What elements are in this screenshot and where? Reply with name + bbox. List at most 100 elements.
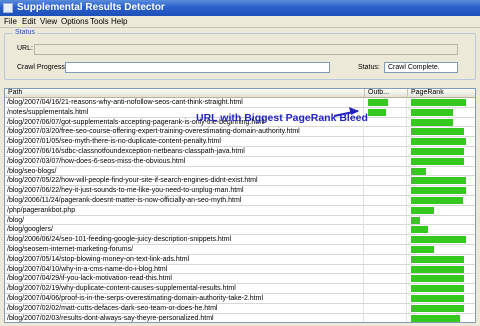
pagerank-bar (411, 294, 464, 302)
row-path: /blog/2007/03/07/how-does-6-seos-miss-th… (5, 156, 364, 166)
table-row[interactable]: /blog/2007/02/03/results-dont-always-say… (5, 313, 475, 322)
row-outbound (365, 98, 407, 107)
crawl-progress-field[interactable] (65, 62, 330, 73)
pagerank-bar (411, 187, 466, 195)
pagerank-bar (411, 216, 420, 224)
row-outbound (365, 137, 407, 147)
table-row[interactable]: /blog/googlers/ (5, 225, 475, 236)
url-label: URL: (17, 45, 33, 52)
row-path: /blog/googlers/ (5, 225, 364, 235)
row-outbound (365, 254, 407, 264)
row-path: /blog/2007/04/16/21-reasons-why-anti-nof… (5, 98, 364, 107)
row-outbound (365, 235, 407, 245)
pagerank-bar (411, 108, 453, 116)
url-field[interactable] (34, 44, 458, 55)
table-row[interactable]: /blog/2007/01/05/seo-myth-there-is-no-du… (5, 137, 475, 147)
row-pagerank (408, 314, 475, 322)
pagerank-bar (411, 226, 428, 234)
table-row[interactable]: /blog/2006/11/24/pagerank-doesnt-matter-… (5, 195, 475, 206)
row-outbound (365, 195, 407, 205)
row-path: /blog/seo-blogs/ (5, 166, 364, 176)
status-value: Crawl Complete. (388, 64, 440, 71)
row-pagerank (408, 255, 475, 264)
table-row[interactable]: /blog/2007/06/22/hey-it-just-sounds-to-m… (5, 186, 475, 196)
table-row[interactable]: /blog/2007/04/10/why-in-a-cms-name-do-i-… (5, 264, 475, 275)
menu-file[interactable]: File (4, 17, 17, 26)
pagerank-bar (411, 157, 464, 165)
row-pagerank (408, 167, 475, 176)
row-path: /blog/2006/06/24/seo-101-feeding-google-… (5, 235, 364, 245)
row-path: /blog/2007/03/20/free-seo-course-offerin… (5, 127, 364, 137)
table-row[interactable]: /blog/seo-blogs/ (5, 166, 475, 177)
row-outbound (365, 313, 407, 322)
pagerank-bar (411, 196, 463, 204)
row-outbound (365, 274, 407, 284)
column-header-outbound[interactable]: Outb... (365, 89, 408, 98)
row-path: /blog/2007/06/16/sdbc-classnotfoundexcep… (5, 146, 364, 156)
pagerank-bar (411, 177, 466, 185)
menu-tools[interactable]: Tools (90, 17, 109, 26)
row-outbound (365, 117, 407, 127)
row-pagerank (408, 206, 475, 215)
table-row[interactable]: /blog/2007/03/07/how-does-6-seos-miss-th… (5, 156, 475, 167)
menu-view[interactable]: View (40, 17, 57, 26)
pagerank-bar (411, 147, 464, 155)
row-pagerank (408, 304, 475, 313)
annotation-label: URL with Biggest PageRank Bleed (196, 112, 368, 124)
row-pagerank (408, 225, 475, 234)
row-outbound (365, 303, 407, 313)
row-pagerank (408, 216, 475, 225)
table-row[interactable]: /blog/2007/05/14/stop-blowing-money-on-t… (5, 254, 475, 265)
pagerank-bar (411, 236, 466, 244)
row-outbound (365, 156, 407, 166)
row-outbound (365, 127, 407, 137)
table-row[interactable]: /blog/ (5, 215, 475, 226)
row-pagerank (408, 265, 475, 274)
table-row[interactable]: /blog/2007/02/19/why-duplicate-content-c… (5, 284, 475, 294)
menu-options[interactable]: Options (61, 17, 89, 26)
row-path: /blog/2006/11/24/pagerank-doesnt-matter-… (5, 195, 364, 205)
pagerank-bar (411, 304, 464, 312)
row-path: /blog/2007/05/14/stop-blowing-money-on-t… (5, 254, 364, 264)
pagerank-bar (411, 206, 434, 214)
row-pagerank (408, 274, 475, 283)
row-path: /blog/2007/04/29/if-you-lack-motivation-… (5, 274, 364, 284)
table-row[interactable]: /blog/2007/04/29/if-you-lack-motivation-… (5, 274, 475, 285)
row-outbound (365, 293, 407, 303)
table-row[interactable]: /blog/2007/03/20/free-seo-course-offerin… (5, 127, 475, 138)
row-pagerank (408, 196, 475, 205)
menu-help[interactable]: Help (111, 17, 127, 26)
title-bar: Supplemental Results Detector (0, 0, 480, 16)
pagerank-bar (411, 128, 464, 136)
row-outbound (365, 284, 407, 294)
row-pagerank (408, 245, 475, 254)
row-pagerank (408, 294, 475, 303)
row-outbound (365, 146, 407, 156)
table-row[interactable]: /blog/seosem-internet-marketing-forums/ (5, 244, 475, 255)
status-legend: Status (13, 29, 37, 36)
status-field[interactable]: Crawl Complete. (384, 62, 458, 73)
pagerank-bar (411, 314, 460, 322)
row-pagerank (408, 235, 475, 244)
row-path: /blog/2007/04/06/proof-is-in-the-serps-o… (5, 293, 364, 303)
row-pagerank (408, 186, 475, 195)
row-pagerank (408, 127, 475, 136)
pagerank-bar (411, 255, 464, 263)
menu-edit[interactable]: Edit (22, 17, 36, 26)
row-pagerank (408, 98, 475, 107)
menu-bar: File Edit View Options Tools Help (0, 16, 480, 28)
row-pagerank (408, 118, 475, 127)
table-row[interactable]: /blog/2006/06/24/seo-101-feeding-google-… (5, 235, 475, 245)
table-row[interactable]: /blog/2007/05/22/how-will-people-find-yo… (5, 176, 475, 187)
table-row[interactable]: /php/pagerankbot.php (5, 205, 475, 216)
row-outbound (365, 244, 407, 254)
row-path: /blog/ (5, 215, 364, 225)
row-path: /php/pagerankbot.php (5, 205, 364, 215)
table-row[interactable]: /blog/2007/02/02/matt-cutts-defaces-dark… (5, 303, 475, 314)
column-header-pagerank[interactable]: PageRank (408, 89, 475, 98)
column-header-path[interactable]: Path (5, 89, 365, 98)
table-row[interactable]: /blog/2007/04/06/proof-is-in-the-serps-o… (5, 293, 475, 304)
table-row[interactable]: /blog/2007/06/16/sdbc-classnotfoundexcep… (5, 146, 475, 157)
row-path: /blog/2007/02/02/matt-cutts-defaces-dark… (5, 303, 364, 313)
table-row[interactable]: /blog/2007/04/16/21-reasons-why-anti-nof… (5, 98, 475, 108)
